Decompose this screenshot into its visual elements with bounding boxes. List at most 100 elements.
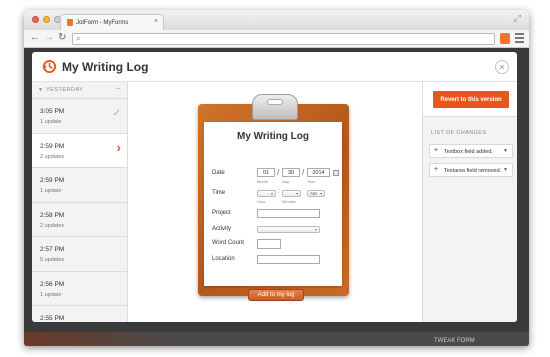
- version-time: 2:56 PM: [40, 280, 65, 288]
- version-update-count: 1 update: [40, 188, 62, 194]
- hour-select[interactable]: ▾: [257, 190, 276, 197]
- location-input[interactable]: [257, 255, 320, 264]
- version-time: 3:05 PM: [40, 108, 65, 115]
- submit-button[interactable]: Add to my log: [248, 289, 304, 301]
- date-year-input[interactable]: 2014: [307, 168, 330, 177]
- revert-area: Revert to this version: [423, 82, 517, 117]
- added-icon: +: [434, 166, 439, 173]
- version-update-count: 1 update: [40, 119, 62, 125]
- version-list: 3:05 PM 1 update ✓ 2:59 PM 2 updates › 2:59 PM…: [32, 99, 127, 322]
- calendar-icon[interactable]: [333, 170, 339, 176]
- revert-button[interactable]: Revert to this version: [433, 91, 509, 108]
- day-sublabel: Day: [282, 179, 290, 184]
- location-label: Location: [212, 256, 235, 262]
- collapse-icon[interactable]: –: [117, 85, 121, 92]
- version-time: 2:59 PM: [40, 142, 65, 150]
- browser-menu-icon[interactable]: [515, 33, 524, 43]
- date-label: Date: [212, 170, 225, 176]
- time-label: Time: [212, 190, 226, 196]
- added-icon: +: [434, 147, 439, 154]
- version-time: 2:58 PM: [40, 211, 65, 219]
- minimize-window-button[interactable]: [43, 16, 50, 23]
- version-group-header[interactable]: ▼ YESTERDAY –: [32, 82, 127, 99]
- background-label: TWEAK FORM: [434, 338, 475, 344]
- version-time: 2:55 PM: [40, 315, 65, 322]
- search-icon: ⌕: [76, 34, 81, 43]
- version-item[interactable]: 2:55 PM: [32, 306, 127, 322]
- version-item[interactable]: 2:56 PM 1 update: [32, 272, 127, 306]
- date-day-input[interactable]: 30: [282, 168, 300, 177]
- minutes-sublabel: Minutes: [282, 199, 297, 204]
- clipboard-clip: [252, 94, 298, 120]
- history-logo-icon: [42, 59, 57, 74]
- change-text: Textbox field added.: [444, 149, 493, 155]
- activity-select[interactable]: ▾: [257, 226, 320, 233]
- date-month-input[interactable]: 01: [257, 168, 275, 177]
- page-bottom-strip: TWEAK FORM: [24, 332, 529, 346]
- month-sublabel: Month: [257, 179, 269, 184]
- browser-tab[interactable]: JotForm - MyForms ×: [60, 14, 164, 30]
- dropdown-caret-icon: ▼: [503, 167, 508, 173]
- checkmark-icon: ✓: [112, 108, 121, 119]
- version-item[interactable]: 2:59 PM 1 update: [32, 168, 127, 203]
- clipboard: My Writing Log Date 01 / 30 / 2014 Month…: [198, 94, 349, 301]
- caret-down-icon: ▼: [38, 87, 44, 93]
- changes-heading: LIST OF CHANGES: [431, 130, 487, 136]
- version-sidebar: ▼ YESTERDAY – 3:05 PM 1 update ✓ 2:59 PM 2 u…: [32, 82, 128, 322]
- reload-icon[interactable]: ↻: [58, 32, 66, 43]
- ampm-select[interactable]: AM ▾: [307, 190, 325, 197]
- version-time: 2:59 PM: [40, 177, 65, 184]
- form-title: My Writing Log: [236, 131, 310, 142]
- revision-history-modal: My Writing Log × ▼ YESTERDAY – 3:05 PM 1 …: [32, 52, 517, 322]
- date-separator: /: [277, 168, 280, 177]
- close-window-button[interactable]: [32, 16, 39, 23]
- forward-icon[interactable]: →: [44, 32, 54, 43]
- back-icon[interactable]: ←: [30, 32, 40, 43]
- select-caret-icon: ▾: [314, 227, 317, 232]
- change-item[interactable]: + Textbox field added. ▼: [429, 144, 513, 158]
- form-preview: My Writing Log Date 01 / 30 / 2014 Month…: [128, 82, 422, 322]
- project-input[interactable]: [257, 209, 320, 218]
- version-update-count: 2 updates: [40, 222, 65, 229]
- time-separator: :: [278, 189, 280, 195]
- activity-label: Activity: [212, 226, 232, 232]
- version-item[interactable]: 2:59 PM 2 updates ›: [32, 133, 127, 168]
- title-bar: JotForm - MyForms × ⤢: [24, 10, 529, 30]
- close-icon[interactable]: ×: [495, 60, 509, 74]
- dropdown-caret-icon: ▼: [503, 148, 508, 154]
- ampm-value: AM: [310, 191, 317, 196]
- version-item[interactable]: 2:58 PM 2 updates: [32, 203, 127, 237]
- modal-header: My Writing Log ×: [32, 52, 517, 82]
- word-count-input[interactable]: [257, 239, 281, 249]
- clip-hole: [267, 99, 283, 105]
- date-separator: /: [302, 168, 305, 177]
- chevron-right-icon: ›: [116, 139, 121, 155]
- year-sublabel: Year: [307, 179, 316, 184]
- extension-icon[interactable]: [500, 33, 510, 44]
- tab-close-icon[interactable]: ×: [154, 18, 158, 25]
- change-item[interactable]: + Textarea field removed. ▼: [429, 163, 513, 177]
- version-time: 2:57 PM: [40, 246, 65, 253]
- minutes-select[interactable]: ▾: [282, 190, 301, 197]
- hour-sublabel: Hour: [257, 199, 266, 204]
- project-label: Project: [212, 210, 231, 216]
- browser-toolbar: ← → ↻ ⌕: [24, 30, 529, 48]
- jotform-favicon-icon: [67, 19, 73, 26]
- fullscreen-icon[interactable]: ⤢: [514, 13, 521, 24]
- group-label: YESTERDAY: [46, 87, 84, 93]
- change-text: Textarea field removed.: [444, 168, 502, 174]
- select-caret-icon: ▾: [319, 191, 322, 196]
- address-bar[interactable]: ⌕: [72, 33, 495, 45]
- version-item[interactable]: 2:57 PM 5 updates: [32, 237, 127, 272]
- select-caret-icon: ▾: [270, 191, 273, 196]
- form-paper: My Writing Log Date 01 / 30 / 2014 Month…: [204, 122, 342, 286]
- version-update-count: 1 update: [40, 291, 62, 298]
- modal-title: My Writing Log: [62, 60, 149, 74]
- tab-title: JotForm - MyForms: [76, 19, 129, 26]
- window-controls: [32, 16, 61, 23]
- version-update-count: 5 updates: [40, 257, 65, 263]
- version-update-count: 2 updates: [40, 153, 65, 160]
- changes-panel: Revert to this version LIST OF CHANGES +…: [422, 82, 517, 322]
- word-count-label: Word Count: [212, 240, 244, 246]
- version-item[interactable]: 3:05 PM 1 update ✓: [32, 99, 127, 134]
